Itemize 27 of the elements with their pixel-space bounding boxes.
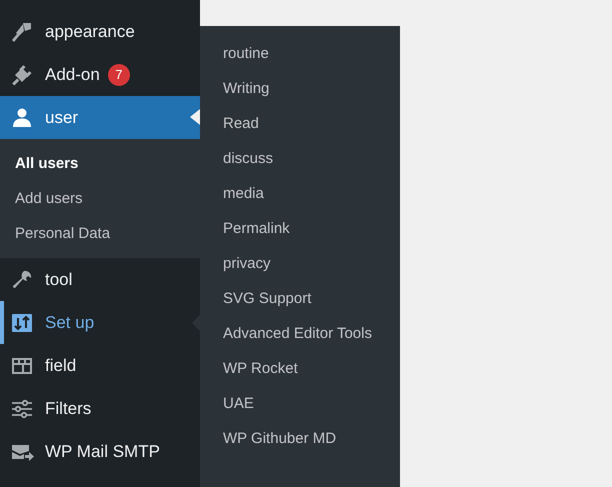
submenu-item[interactable]: Add users (0, 181, 200, 216)
menu-item[interactable]: field (0, 344, 200, 387)
flyout-item[interactable]: Advanced Editor Tools (223, 316, 390, 351)
menu-item[interactable]: user (0, 96, 200, 139)
menu-item[interactable]: Add-on 7 (0, 53, 200, 96)
menu-item[interactable]: appearance (0, 10, 200, 53)
submenu-item[interactable]: All users (0, 146, 200, 181)
menu-item[interactable]: Filters (0, 387, 200, 430)
flyout-item[interactable]: discuss (223, 141, 390, 176)
flyout-item[interactable]: privacy (223, 246, 390, 281)
flyout-item[interactable]: WP Rocket (223, 351, 390, 386)
flyout-item[interactable]: Read (223, 106, 390, 141)
flyout-item[interactable]: SVG Support (223, 281, 390, 316)
flyout-item[interactable]: Permalink (223, 211, 390, 246)
flyout-item[interactable]: routine (223, 36, 390, 71)
flyout-item[interactable]: UAE (223, 386, 390, 421)
menu-item[interactable]: tool (0, 258, 200, 301)
count-badge: 7 (108, 64, 130, 86)
flyout-item[interactable]: WP Githuber MD (223, 421, 390, 456)
flyout-item[interactable]: media (223, 176, 390, 211)
menu-item[interactable]: WP Mail SMTP (0, 430, 200, 473)
user-icon (10, 106, 34, 130)
menu-item[interactable]: Set up (0, 301, 200, 344)
plug-icon (10, 62, 34, 86)
current-pointer-icon (190, 109, 200, 125)
flyout-item[interactable]: Writing (223, 71, 390, 106)
submenu-item[interactable]: Personal Data (0, 216, 200, 251)
